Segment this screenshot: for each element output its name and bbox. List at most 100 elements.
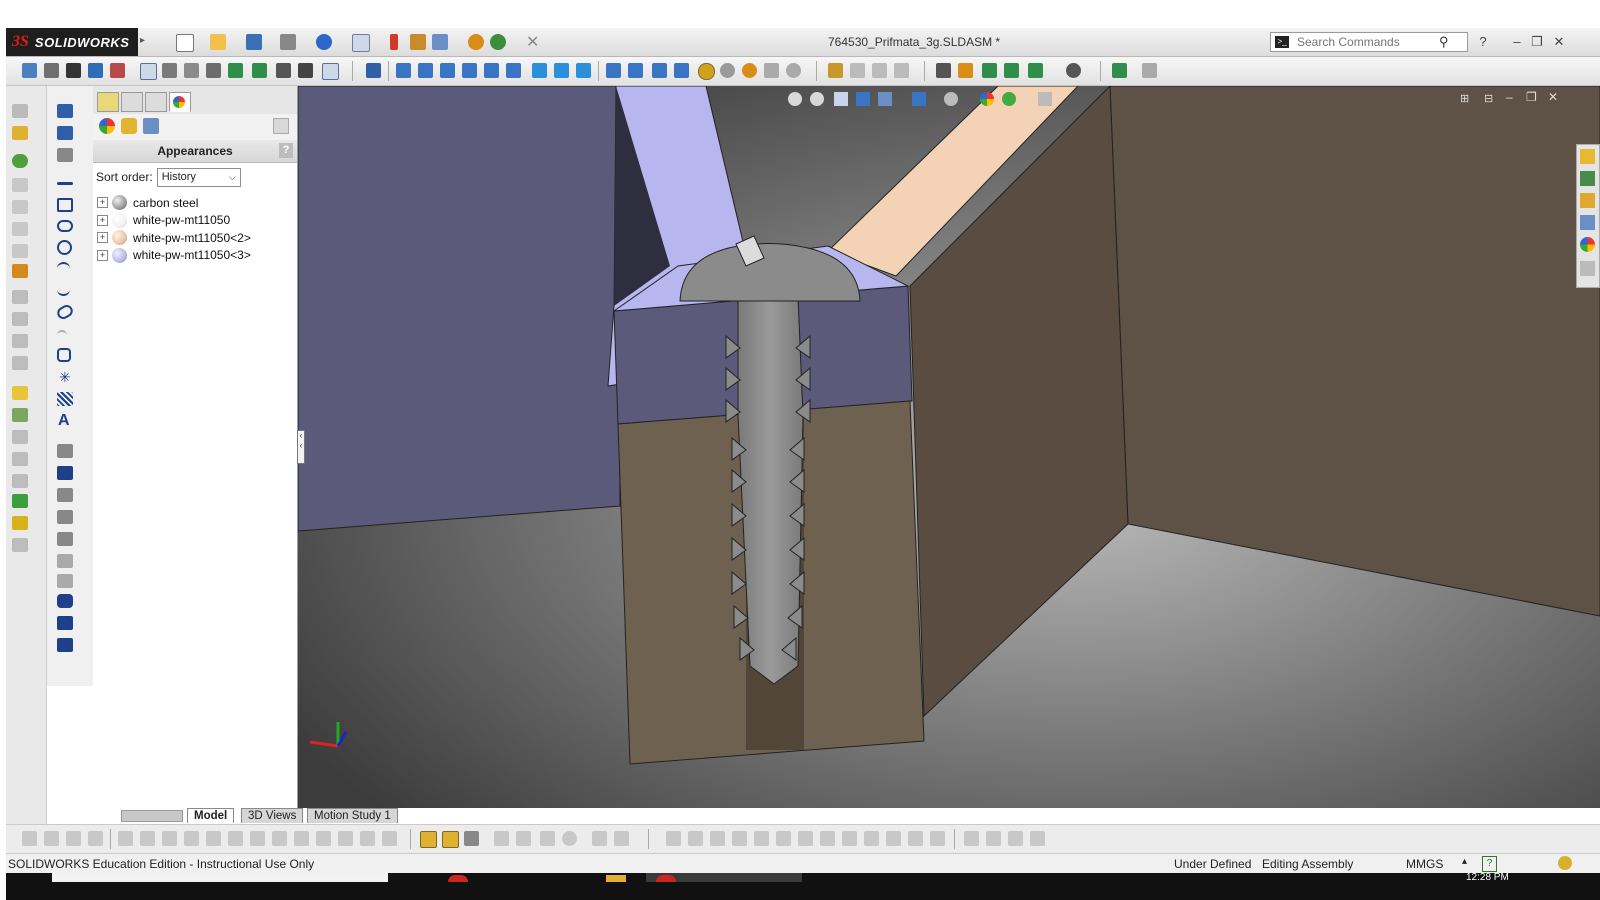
view-front-icon[interactable] [396,63,411,78]
spell-check-icon[interactable] [88,63,103,78]
rebuild-icon[interactable] [390,34,398,50]
toolbar-icon[interactable] [12,356,28,370]
file-properties-icon[interactable] [410,34,426,50]
graphics-viewport[interactable]: ⊞ ⊟ – ❐ ✕ [298,86,1600,808]
expand-icon[interactable]: + [97,197,108,209]
spline-icon[interactable] [57,284,70,296]
toolbar-icon[interactable] [162,831,177,846]
toolbar-icon[interactable] [382,831,397,846]
appearances-view-icon[interactable] [99,118,115,134]
trim-icon[interactable] [57,444,73,458]
toolbar-icon[interactable] [338,831,353,846]
view-bottom-icon[interactable] [506,63,521,78]
circle-icon[interactable] [57,240,72,255]
toolbar-icon[interactable] [464,831,479,846]
toolbar-icon[interactable] [930,831,945,846]
measure-icon[interactable] [936,63,951,78]
view-settings-icon[interactable] [1038,92,1052,106]
polygon-icon[interactable] [57,348,71,362]
toolbar-icon[interactable] [540,831,555,846]
expand-icon[interactable]: + [97,232,108,244]
featuremanager-tab[interactable] [97,92,119,112]
toolbar-icon[interactable] [88,831,103,846]
shaded-icon[interactable] [698,63,715,80]
toolbar-icon[interactable] [562,831,577,846]
custom-properties-icon[interactable] [1580,261,1595,276]
toolbar-icon[interactable] [12,290,28,304]
ruler-icon[interactable] [57,148,73,162]
rotate-icon[interactable] [674,63,689,78]
save-icon[interactable] [246,34,262,50]
appearances-scenes-icon[interactable] [1580,237,1595,252]
panel-collapse-handle[interactable]: ‹ ‹ [297,430,305,464]
fillet-icon[interactable] [57,330,67,342]
toolbar-icon[interactable] [614,831,629,846]
toolbar-icon[interactable] [12,334,28,348]
toolbar-icon[interactable] [66,831,81,846]
appearance-sphere-icon[interactable] [468,34,484,50]
tree-item[interactable]: + white-pw-mt11050<2> [97,229,297,247]
section-view-icon[interactable] [982,63,997,78]
taskbar-search-box[interactable] [52,873,388,882]
sketch-icon[interactable] [57,104,73,118]
view-back-icon[interactable] [418,63,433,78]
spline-icon[interactable] [12,494,28,508]
solidworks-logo[interactable]: 3S SOLIDWORKS [6,28,138,56]
offset-icon[interactable] [57,488,73,502]
toolbar-icon[interactable] [798,831,813,846]
interference-icon[interactable] [276,63,291,78]
decals-icon[interactable] [121,118,137,134]
help-icon[interactable]: ? [1474,34,1492,49]
appearance-icon[interactable] [12,516,28,530]
expand-icon[interactable]: + [97,249,108,261]
toolbar-icon[interactable] [12,200,28,214]
toolbar-icon[interactable] [776,831,791,846]
toolbar-icon[interactable] [820,831,835,846]
print-icon[interactable] [280,34,296,50]
toolbar-icon[interactable] [184,831,199,846]
slot-icon[interactable] [57,220,73,232]
tab-motion-study[interactable]: Motion Study 1 [307,808,398,823]
toolbar-icon[interactable] [12,312,28,326]
perspective-icon[interactable] [786,63,801,78]
explode-line-icon[interactable] [252,63,267,78]
shadows-icon[interactable] [764,63,779,78]
ellipse-icon[interactable] [55,302,75,322]
text-icon[interactable]: A [58,413,74,429]
search-input[interactable] [1295,34,1439,50]
viewport-split-icon[interactable]: ⊞ [1460,92,1469,105]
toolbar-icon[interactable] [12,474,28,488]
search-commands-box[interactable]: >_ ⚲ [1270,32,1468,52]
toolbar-icon[interactable] [494,831,509,846]
toolbar-icon[interactable] [360,831,375,846]
panel-help-icon[interactable]: ? [279,143,293,158]
toolbar-icon[interactable] [12,104,28,118]
zoom-to-area-icon[interactable] [810,92,824,106]
trimetric-icon[interactable] [554,63,569,78]
insert-icon[interactable] [12,264,28,278]
viewport-minimize-button[interactable]: – [1506,90,1513,104]
smart-dimension-icon[interactable] [22,63,37,78]
reference-geometry-icon[interactable] [366,63,381,78]
toolbar-icon[interactable] [12,452,28,466]
open-folder-icon[interactable] [210,34,226,50]
hatch-icon[interactable] [57,392,73,406]
pan-icon[interactable] [652,63,667,78]
mass-properties-icon[interactable] [958,63,973,78]
toolbar-icon[interactable] [250,831,265,846]
mate-icon[interactable] [162,63,177,78]
close-x-icon[interactable]: ✕ [526,32,539,52]
view-palette-icon[interactable] [1580,215,1595,230]
toolbar-icon[interactable] [886,831,901,846]
dimension-icon[interactable] [12,386,28,400]
sketch-icon[interactable] [12,154,28,168]
mirror-icon[interactable] [1004,63,1019,78]
quick-snaps-icon[interactable] [57,616,73,630]
status-help-icon[interactable]: ? [1482,856,1497,872]
restore-button[interactable]: ❐ [1528,34,1546,50]
taskbar-app-icon[interactable] [448,875,468,882]
toolbar-icon[interactable] [294,831,309,846]
viewport-close-button[interactable]: ✕ [1548,90,1558,104]
apply-scene-icon[interactable] [1002,92,1016,106]
scene-lights-cameras-icon[interactable] [143,118,159,134]
